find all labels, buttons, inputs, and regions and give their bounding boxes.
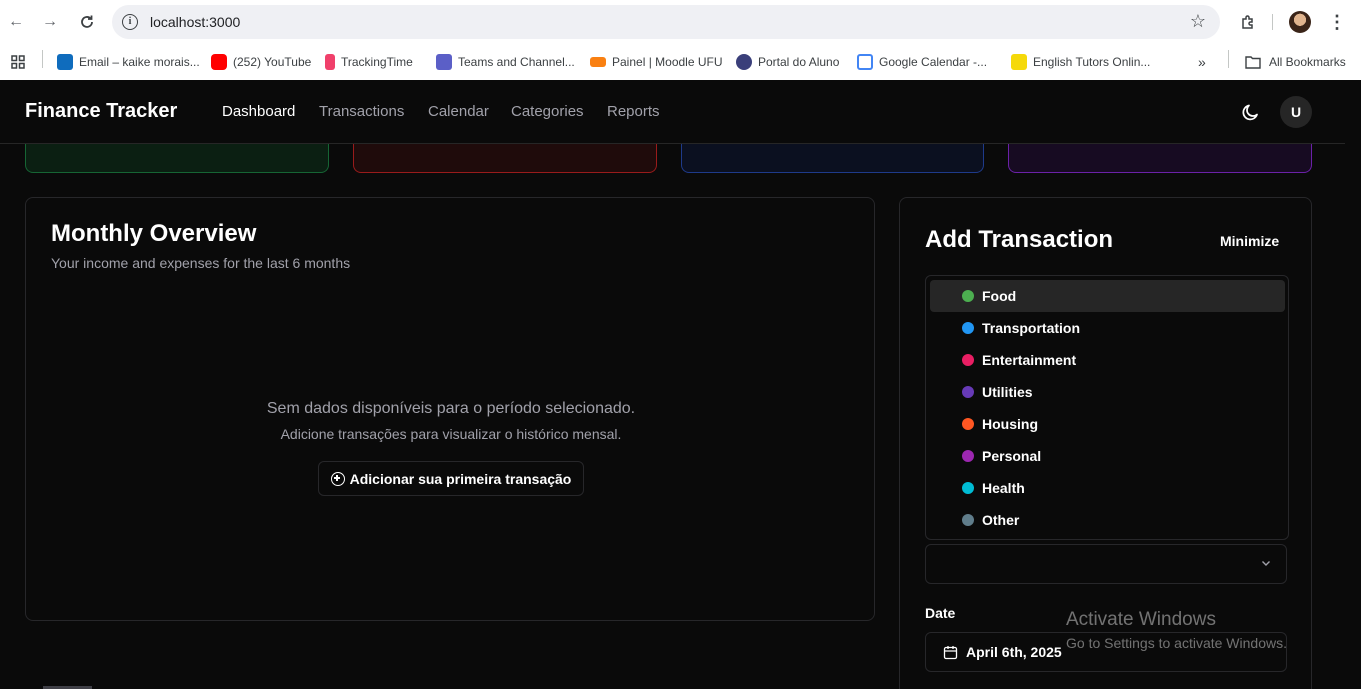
category-option-health[interactable]: Health <box>930 472 1285 504</box>
extensions-icon[interactable] <box>1236 10 1260 34</box>
teams-icon <box>436 54 452 70</box>
trackingtime-icon <box>325 54 335 70</box>
menu-kebab-icon[interactable]: ⋮ <box>1325 10 1349 34</box>
nav-dashboard[interactable]: Dashboard <box>222 103 295 120</box>
nav-calendar[interactable]: Calendar <box>428 103 489 120</box>
overview-subtitle: Your income and expenses for the last 6 … <box>51 255 351 271</box>
bookmark-label: Google Calendar -... <box>879 55 988 69</box>
all-bookmarks[interactable]: All Bookmarks <box>1245 52 1346 72</box>
moodle-icon <box>590 57 606 67</box>
empty-state-title: Sem dados disponíveis para o período sel… <box>266 400 636 417</box>
category-option-personal[interactable]: Personal <box>930 440 1285 472</box>
category-label: Utilities <box>982 384 1033 400</box>
category-option-housing[interactable]: Housing <box>930 408 1285 440</box>
color-dot-icon <box>962 290 974 302</box>
forward-icon[interactable]: → <box>38 10 62 34</box>
chevron-down-icon <box>1262 561 1270 566</box>
category-label: Other <box>982 512 1020 528</box>
category-select[interactable] <box>925 544 1287 584</box>
category-label: Housing <box>982 416 1038 432</box>
nav-categories[interactable]: Categories <box>511 103 584 120</box>
bookmark-google-calendar[interactable]: Google Calendar -... <box>857 52 987 72</box>
color-dot-icon <box>962 450 974 462</box>
overview-title: Monthly Overview <box>51 220 257 247</box>
site-info-icon[interactable]: i <box>122 14 138 30</box>
category-option-transportation[interactable]: Transportation <box>930 312 1285 344</box>
bookmark-label: Painel | Moodle UFU <box>612 55 723 69</box>
portal-icon <box>736 54 752 70</box>
address-bar[interactable]: i localhost:3000 ☆ <box>112 5 1220 39</box>
add-transaction-title: Add Transaction <box>925 226 1114 253</box>
app-viewport: Finance Tracker Dashboard Transactions C… <box>0 80 1361 689</box>
category-option-entertainment[interactable]: Entertainment <box>930 344 1285 376</box>
top-navigation: Finance Tracker Dashboard Transactions C… <box>0 80 1345 144</box>
category-label: Food <box>982 288 1017 304</box>
bookmark-label: Email – kaike morais... <box>79 55 200 69</box>
category-label: Personal <box>982 448 1042 464</box>
color-dot-icon <box>962 354 974 366</box>
user-avatar-button[interactable]: U <box>1280 96 1312 128</box>
theme-toggle-moon-icon[interactable] <box>1240 101 1262 123</box>
category-option-other[interactable]: Other <box>930 504 1285 536</box>
bookmark-star-icon[interactable]: ☆ <box>1190 11 1206 32</box>
bookmark-separator <box>1228 50 1229 68</box>
brand-title[interactable]: Finance Tracker <box>25 100 177 123</box>
profile-avatar[interactable] <box>1289 11 1311 33</box>
apps-grid-icon[interactable] <box>11 52 25 72</box>
bookmark-english-tutors[interactable]: English Tutors Onlin... <box>1011 52 1150 72</box>
folder-icon <box>1245 56 1261 69</box>
category-label: Health <box>982 480 1025 496</box>
bookmark-teams[interactable]: Teams and Channel... <box>436 52 575 72</box>
all-bookmarks-label: All Bookmarks <box>1269 55 1346 69</box>
bookmark-outlook[interactable]: Email – kaike morais... <box>57 52 200 72</box>
bookmarks-bar: Email – kaike morais... (252) YouTube Tr… <box>0 44 1361 80</box>
browser-chrome: ← → i localhost:3000 ☆ ⋮ Email – kaike m… <box>0 0 1361 80</box>
bookmark-label: (252) YouTube <box>233 55 312 69</box>
category-option-utilities[interactable]: Utilities <box>930 376 1285 408</box>
browser-toolbar: ← → i localhost:3000 ☆ ⋮ <box>0 0 1361 44</box>
category-label: Transportation <box>982 320 1081 336</box>
category-option-food[interactable]: Food <box>930 280 1285 312</box>
add-first-transaction-label: Adicionar sua primeira transação <box>349 470 572 487</box>
english-tutors-icon <box>1011 54 1027 70</box>
activate-windows-subtitle: Go to Settings to activate Windows. <box>1066 635 1287 651</box>
monthly-overview-card: Monthly Overview Your income and expense… <box>25 197 875 621</box>
date-label: Date <box>925 605 956 621</box>
color-dot-icon <box>962 482 974 494</box>
youtube-icon <box>211 54 227 70</box>
google-calendar-icon <box>857 54 873 70</box>
url-text[interactable]: localhost:3000 <box>150 14 240 30</box>
back-icon[interactable]: ← <box>4 10 28 34</box>
minimize-button[interactable]: Minimize <box>1220 233 1279 249</box>
date-value: April 6th, 2025 <box>966 644 1062 660</box>
outlook-icon <box>57 54 73 70</box>
color-dot-icon <box>962 322 974 334</box>
empty-state-subtitle: Adicione transações para visualizar o hi… <box>280 426 622 442</box>
bookmark-trackingtime[interactable]: TrackingTime <box>325 52 413 72</box>
bookmark-label: Portal do Aluno <box>758 55 840 69</box>
category-label: Entertainment <box>982 352 1077 368</box>
toolbar-divider <box>1272 14 1273 30</box>
bookmark-portal[interactable]: Portal do Aluno <box>736 52 839 72</box>
bookmark-label: Teams and Channel... <box>458 55 575 69</box>
color-dot-icon <box>962 386 974 398</box>
bookmark-separator <box>42 50 43 68</box>
calendar-icon <box>943 645 958 659</box>
add-first-transaction-button[interactable]: Adicionar sua primeira transação <box>318 461 584 496</box>
bookmark-label: English Tutors Onlin... <box>1033 55 1151 69</box>
activate-windows-title: Activate Windows <box>1066 609 1216 630</box>
more-bookmarks-icon[interactable]: » <box>1198 52 1206 72</box>
color-dot-icon <box>962 514 974 526</box>
category-dropdown: Food Transportation Entertainment Utilit… <box>925 275 1289 540</box>
bookmark-youtube[interactable]: (252) YouTube <box>211 52 311 72</box>
plus-circle-icon <box>330 471 345 486</box>
reload-icon[interactable] <box>75 10 99 34</box>
bookmark-moodle[interactable]: Painel | Moodle UFU <box>590 52 723 72</box>
nav-transactions[interactable]: Transactions <box>319 103 404 120</box>
bookmark-label: TrackingTime <box>341 55 413 69</box>
nav-reports[interactable]: Reports <box>607 103 660 120</box>
color-dot-icon <box>962 418 974 430</box>
